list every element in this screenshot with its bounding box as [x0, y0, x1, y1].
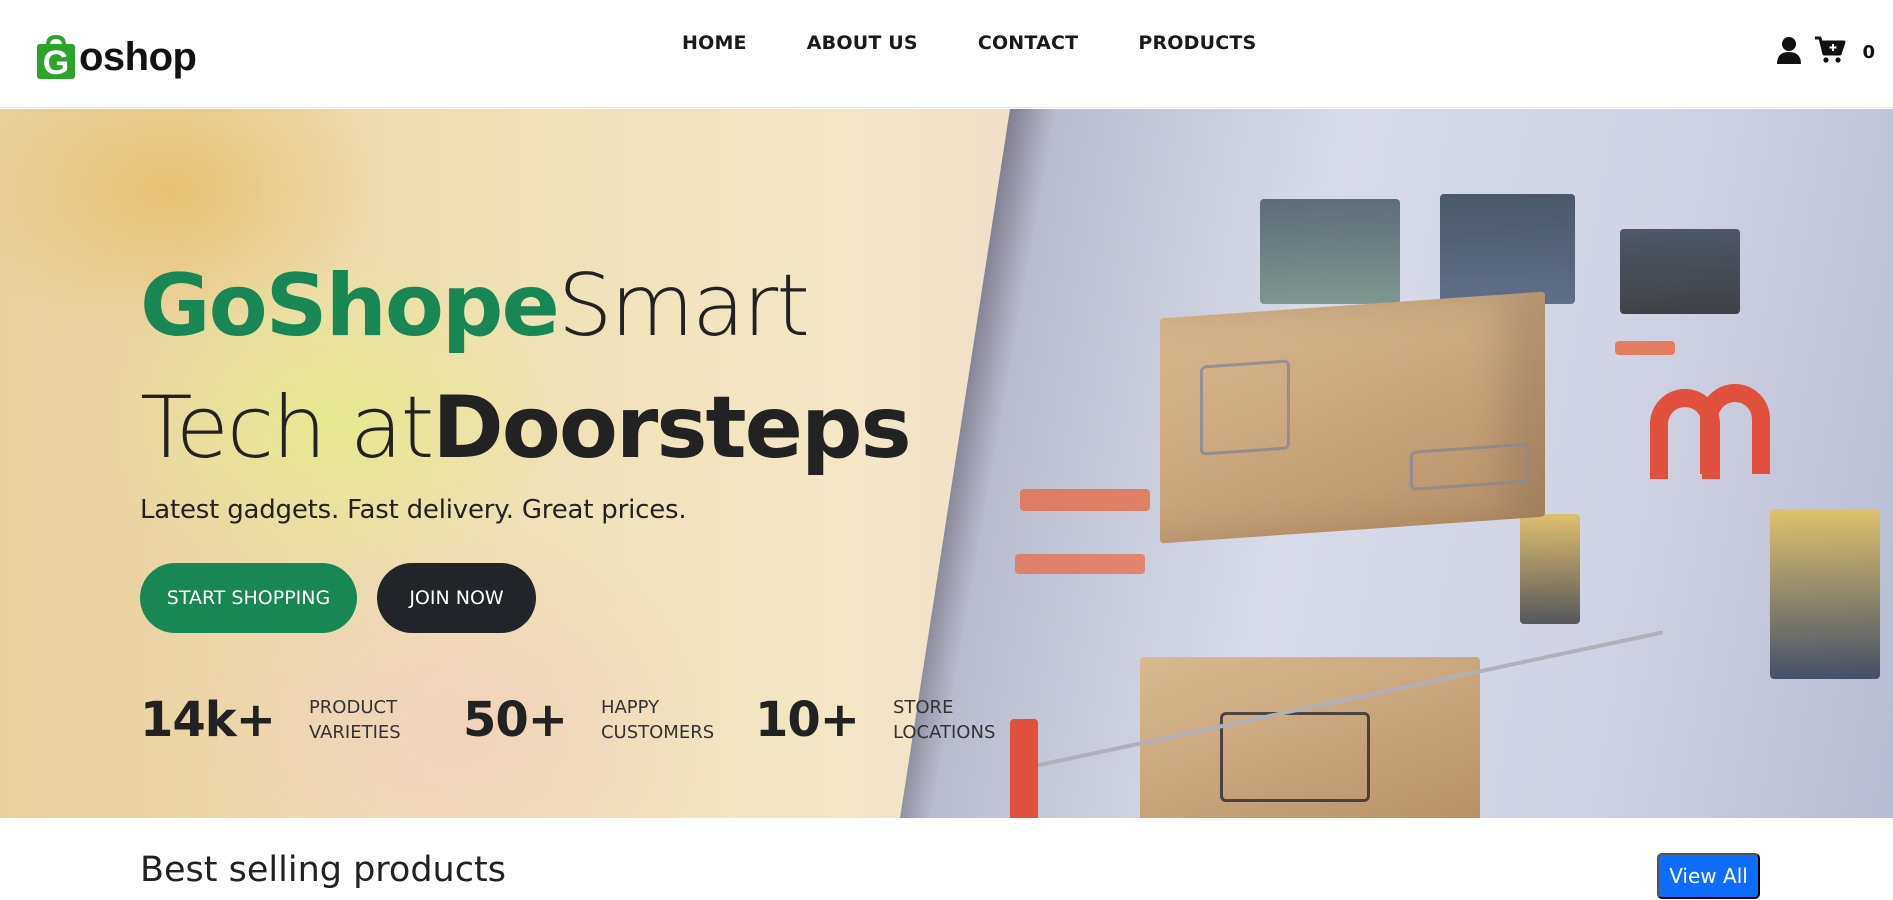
- best-selling-title: Best selling products: [140, 850, 506, 890]
- logo-text: oshop: [79, 35, 197, 79]
- cardboard-box-image: [1160, 291, 1545, 544]
- hero-headline-brand: GoShope: [140, 256, 560, 356]
- site-header: G oshop HOME ABOUT US CONTACT PRODUCTS 0: [0, 0, 1893, 108]
- cart-icon[interactable]: [1814, 36, 1846, 68]
- hero-cta-group: START SHOPPING JOIN NOW: [140, 563, 536, 633]
- nav-about-us[interactable]: ABOUT US: [807, 32, 918, 54]
- stat-product-varieties: 14k+ PRODUCT VARIETIES: [140, 692, 429, 748]
- box-handling-symbols-icon: [1410, 442, 1530, 491]
- stat-value: 14k+: [140, 692, 276, 748]
- join-now-button[interactable]: JOIN NOW: [377, 563, 536, 633]
- screen-button: [1020, 489, 1150, 511]
- stat-label: STORE LOCATIONS: [892, 697, 996, 743]
- nav-home[interactable]: HOME: [682, 32, 747, 54]
- user-icon[interactable]: [1776, 36, 1802, 68]
- hero-stats: 14k+ PRODUCT VARIETIES 50+ HAPPY CUSTOMERS…: [140, 692, 1047, 748]
- nav-products[interactable]: PRODUCTS: [1138, 32, 1256, 54]
- hero-headline-tech-at: Tech at: [140, 378, 434, 478]
- logo-letter: G: [43, 44, 69, 79]
- hero-headline-smart: Smart: [557, 256, 810, 356]
- goshop-logo[interactable]: G oshop: [34, 32, 197, 82]
- stat-label: HAPPY CUSTOMERS: [600, 697, 715, 743]
- screen-product-thumb: [1620, 229, 1740, 314]
- main-nav: HOME ABOUT US CONTACT PRODUCTS: [682, 32, 1256, 54]
- nav-contact[interactable]: CONTACT: [978, 32, 1079, 54]
- stat-happy-customers: 50+ HAPPY CUSTOMERS: [463, 692, 721, 748]
- box-cart-print-icon: [1200, 359, 1290, 456]
- hero-headline-doorsteps: Doorsteps: [432, 378, 911, 478]
- header-actions: 0: [1776, 36, 1875, 68]
- shopping-cart-handle-image: [1700, 384, 1770, 474]
- hero-subtitle: Latest gadgets. Fast delivery. Great pri…: [140, 495, 687, 525]
- hero-headline: GoShopeSmart Tech atDoorsteps: [140, 245, 912, 489]
- stat-value: 50+: [462, 692, 568, 748]
- cart-count-badge: 0: [1862, 41, 1875, 63]
- stat-store-locations: 10+ STORE LOCATIONS: [755, 692, 1013, 748]
- shopping-bag-logo-icon: G: [34, 35, 78, 79]
- hero-text-block: GoShopeSmart Tech atDoorsteps Latest gad…: [140, 245, 912, 525]
- screen-button: [1015, 554, 1145, 574]
- screen-product-thumb: [1770, 509, 1880, 679]
- stat-value: 10+: [754, 692, 860, 748]
- view-all-button[interactable]: View All: [1657, 853, 1760, 899]
- box-cart-print-icon: [1220, 712, 1370, 802]
- screen-product-thumb: [1520, 514, 1580, 624]
- screen-price-tag: [1615, 341, 1675, 355]
- start-shopping-button[interactable]: START SHOPPING: [140, 563, 357, 633]
- hero-banner: GoShopeSmart Tech atDoorsteps Latest gad…: [0, 109, 1893, 818]
- stat-label: PRODUCT VARIETIES: [308, 697, 401, 743]
- screen-product-thumb: [1440, 194, 1575, 304]
- screen-product-thumb: [1260, 199, 1400, 304]
